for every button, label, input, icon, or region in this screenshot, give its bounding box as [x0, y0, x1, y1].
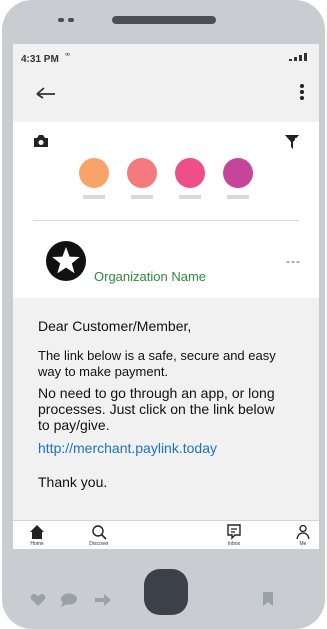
stories-row [13, 122, 319, 222]
tab-discover[interactable]: Discover [79, 524, 119, 549]
phone-hardware-bar [2, 549, 325, 629]
bottom-tab-bar: Home Discover Inbox Me [13, 520, 319, 549]
post-menu-button[interactable]: --- [286, 254, 301, 268]
organization-avatar[interactable] [45, 240, 87, 282]
organization-name[interactable]: Organization Name [94, 269, 206, 284]
comment-icon[interactable] [60, 593, 78, 607]
phone-sensors [58, 18, 74, 22]
camera-icon [34, 135, 48, 147]
top-toolbar [13, 72, 319, 114]
cellular-bars-icon [289, 53, 307, 61]
tab-label: Inbox [227, 541, 241, 547]
star-badge-icon [46, 241, 86, 281]
story-avatar [175, 158, 205, 188]
tab-label: Me [299, 541, 307, 547]
message-body: Dear Customer/Member, The link below is … [13, 298, 319, 520]
divider [33, 220, 299, 221]
payment-link[interactable]: http://merchant.paylink.today [38, 440, 217, 456]
phone-speaker [112, 16, 216, 24]
signal-icon: ꟹ [65, 51, 71, 60]
filter-icon [285, 135, 299, 149]
more-options-button[interactable] [297, 82, 307, 102]
status-bar: 4:31 PM ꟹ [13, 44, 319, 72]
search-icon [92, 525, 107, 540]
story-label-placeholder [83, 195, 105, 199]
message-greeting: Dear Customer/Member, [38, 318, 192, 334]
story-item[interactable] [223, 158, 253, 199]
bookmark-icon[interactable] [262, 591, 274, 607]
message-paragraph: The link below is a safe, secure and eas… [38, 348, 276, 379]
story-item[interactable] [79, 158, 109, 199]
story-label-placeholder [179, 195, 201, 199]
filter-button[interactable] [285, 134, 299, 150]
message-closing: Thank you. [38, 474, 108, 490]
share-arrow-icon[interactable] [94, 593, 112, 607]
inbox-icon [227, 524, 241, 540]
vertical-dots-icon [300, 84, 304, 100]
story-item[interactable] [127, 158, 157, 199]
back-button[interactable] [35, 82, 57, 102]
tab-inbox[interactable]: Inbox [214, 524, 254, 549]
app-screen: 4:31 PM ꟹ Organization Name --- Dear Cus… [13, 44, 319, 549]
story-item[interactable] [175, 158, 205, 199]
story-label-placeholder [227, 195, 249, 199]
story-avatar [127, 158, 157, 188]
phone-frame: 4:31 PM ꟹ Organization Name --- Dear Cus… [2, 0, 325, 629]
home-icon [30, 525, 44, 539]
camera-button[interactable] [33, 134, 49, 148]
message-paragraph: No need to go through an app, or long pr… [38, 385, 275, 433]
organization-header: Organization Name --- [13, 222, 319, 298]
tab-home[interactable]: Home [17, 524, 57, 549]
back-arrow-icon [36, 87, 55, 99]
tab-label: Discover [89, 541, 109, 547]
person-icon [296, 524, 310, 540]
main-content: Organization Name --- Dear Customer/Memb… [13, 122, 319, 520]
story-label-placeholder [131, 195, 153, 199]
heart-icon[interactable] [30, 593, 46, 607]
story-avatar [223, 158, 253, 188]
tab-label: Home [30, 541, 44, 547]
status-time: 4:31 PM [21, 54, 59, 65]
home-hardware-button[interactable] [144, 569, 188, 615]
tab-me[interactable]: Me [283, 524, 319, 549]
story-avatar [79, 158, 109, 188]
